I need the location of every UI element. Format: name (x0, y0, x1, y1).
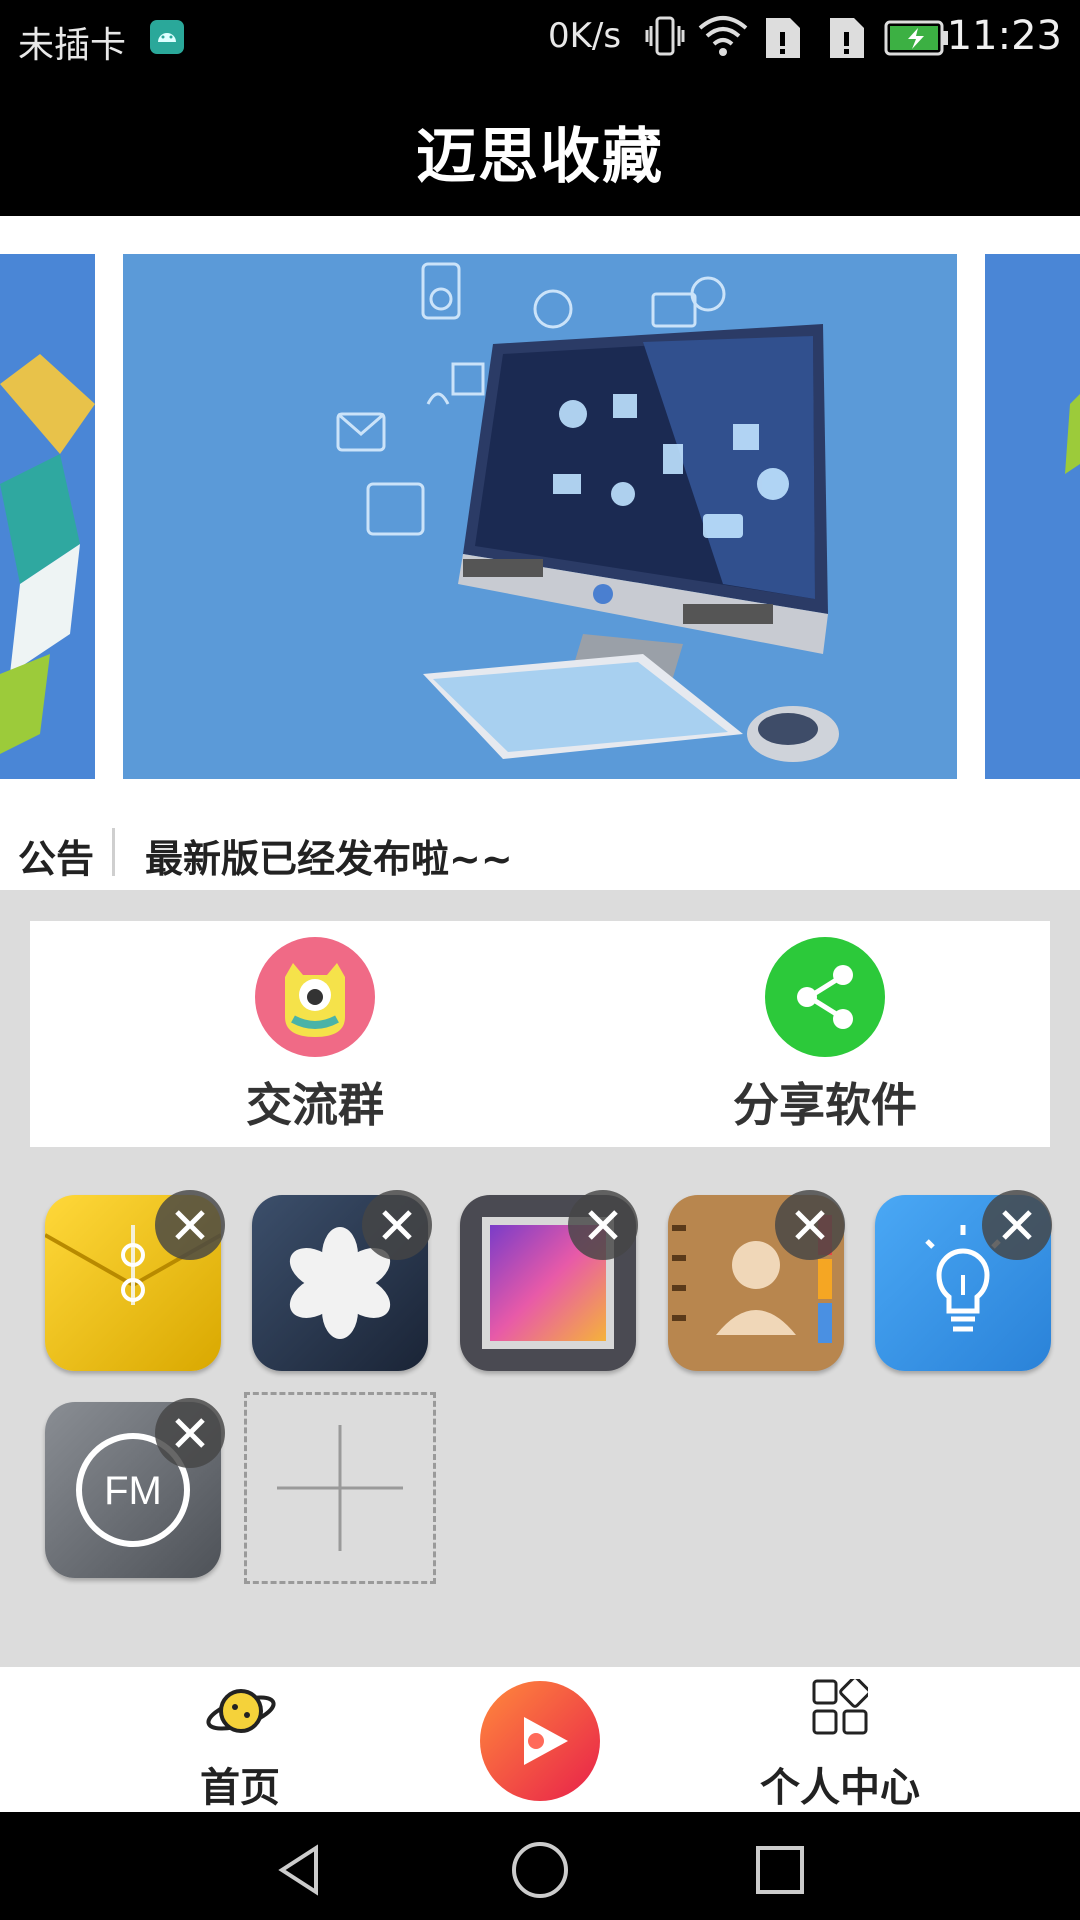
remove-app-button[interactable] (155, 1398, 225, 1468)
banner-slide-prev[interactable] (0, 254, 95, 779)
grid-icon (812, 1679, 868, 1735)
planet-icon (206, 1689, 276, 1733)
notice-label: 公告 (18, 837, 95, 881)
video-play-icon (480, 1681, 600, 1801)
clock: 11:23 (946, 13, 1062, 59)
recents-icon[interactable] (752, 1842, 808, 1898)
banner-slide-current[interactable] (123, 254, 957, 779)
vibrate-icon (645, 14, 685, 62)
bottom-nav: 首页 个人中心 (0, 1667, 1080, 1812)
notice-divider (112, 828, 115, 876)
remove-app-button[interactable] (362, 1190, 432, 1260)
remove-app-button[interactable] (775, 1190, 845, 1260)
nav-video[interactable] (410, 1667, 670, 1812)
nav-profile-label: 个人中心 (760, 1765, 920, 1811)
title-bar: 迈思收藏 (0, 76, 1080, 216)
page-title: 迈思收藏 (416, 122, 664, 192)
status-bar: 未插卡 0K/s 11:23 (0, 0, 1080, 76)
remove-app-button[interactable] (982, 1190, 1052, 1260)
network-speed: 0K/s (548, 16, 622, 56)
plus-icon (277, 1425, 403, 1551)
sim2-icon (826, 14, 870, 66)
share-icon (765, 937, 885, 1057)
remove-app-button[interactable] (568, 1190, 638, 1260)
add-app-button[interactable] (244, 1392, 436, 1584)
banner-carousel[interactable] (0, 216, 1080, 806)
remove-app-button[interactable] (155, 1190, 225, 1260)
group-chat-button[interactable]: 交流群 (165, 937, 465, 1137)
share-app-label: 分享软件 (733, 1078, 917, 1132)
nav-home[interactable]: 首页 (110, 1667, 370, 1812)
nav-home-label: 首页 (200, 1765, 280, 1811)
nav-profile[interactable]: 个人中心 (710, 1667, 970, 1812)
share-app-button[interactable]: 分享软件 (675, 937, 975, 1137)
notice-text[interactable]: 最新版已经发布啦~~ (145, 828, 513, 883)
svg-text:FM: FM (104, 1469, 162, 1513)
notice-bar[interactable]: 公告 最新版已经发布啦~~ (0, 806, 1080, 890)
wifi-icon (696, 14, 750, 62)
monster-icon (255, 937, 375, 1057)
sim1-icon (762, 14, 806, 66)
group-chat-label: 交流群 (246, 1078, 384, 1132)
back-icon[interactable] (272, 1842, 328, 1898)
home-icon[interactable] (510, 1840, 570, 1900)
carrier-text: 未插卡 (18, 25, 127, 66)
battery-charging-icon (884, 20, 950, 60)
android-notification-icon (150, 20, 184, 54)
quick-actions-panel: 交流群 分享软件 (30, 921, 1050, 1147)
banner-slide-next[interactable] (985, 254, 1080, 779)
system-nav-bar (0, 1812, 1080, 1920)
